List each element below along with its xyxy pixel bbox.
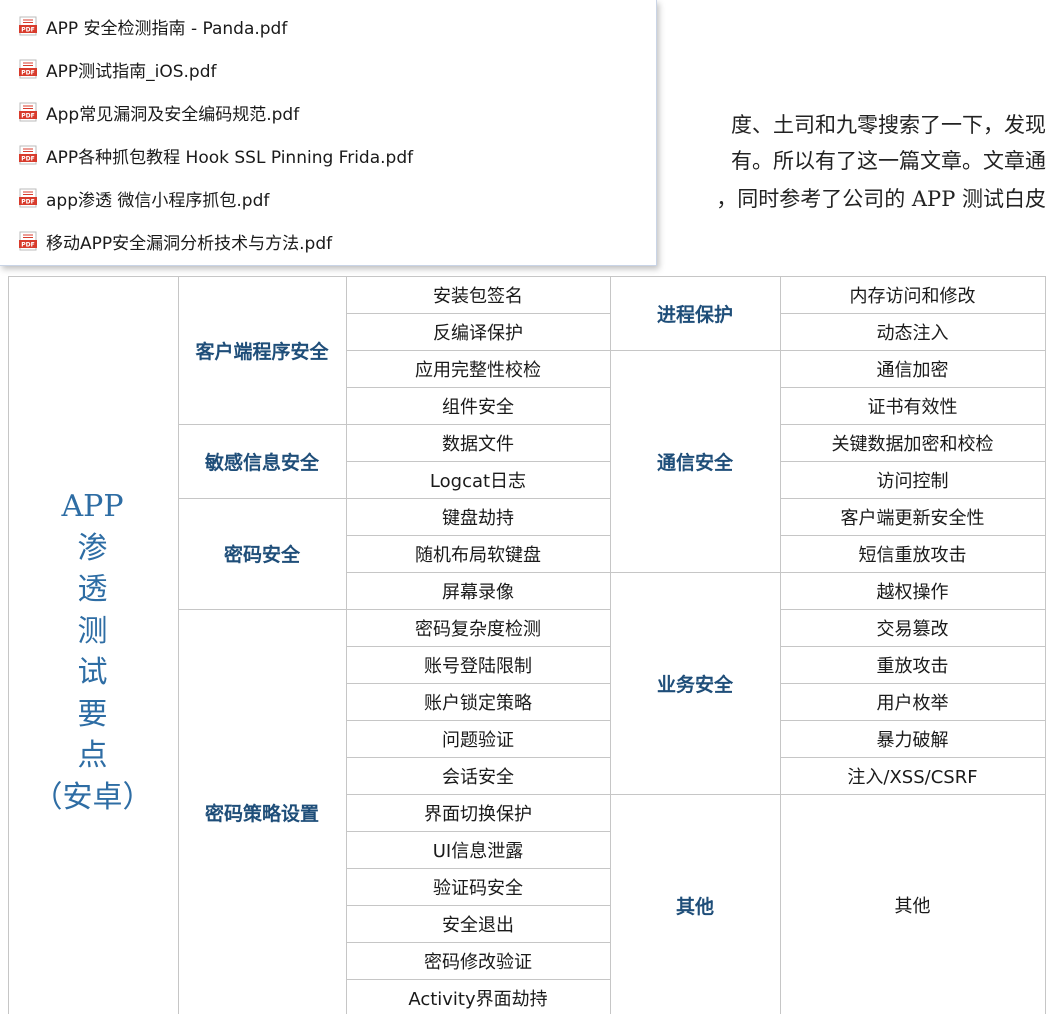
- check-item: Activity界面劫持: [408, 988, 548, 1010]
- title-char: APP: [61, 489, 124, 524]
- pdf-file-icon: PDF: [19, 16, 37, 36]
- check-item: 暴力破解: [876, 729, 949, 751]
- check-item: 关键数据加密和校检: [831, 433, 994, 455]
- check-item: 问题验证: [442, 729, 514, 751]
- check-item: 证书有效性: [867, 396, 958, 418]
- check-item: 客户端更新安全性: [840, 507, 985, 529]
- file-item[interactable]: PDF APP 安全检测指南 - Panda.pdf: [18, 11, 287, 41]
- svg-text:PDF: PDF: [21, 199, 34, 206]
- category-label: 其他: [675, 895, 714, 918]
- file-item[interactable]: PDF APP各种抓包教程 Hook SSL Pinning Frida.pdf: [18, 140, 413, 170]
- check-item: 通信加密: [876, 359, 949, 381]
- file-item[interactable]: PDF APP测试指南_iOS.pdf: [18, 54, 217, 84]
- file-name: APP测试指南_iOS.pdf: [46, 61, 217, 82]
- check-item: 会话安全: [442, 766, 514, 788]
- category-label: 密码安全: [223, 544, 300, 566]
- svg-text:PDF: PDF: [21, 156, 34, 163]
- pdf-file-icon: PDF: [19, 102, 37, 122]
- file-item[interactable]: PDF 移动APP安全漏洞分析技术与方法.pdf: [18, 226, 332, 256]
- category-label: 业务安全: [656, 673, 733, 696]
- title-char: 测: [77, 613, 108, 649]
- file-item[interactable]: PDF App常见漏洞及安全编码规范.pdf: [18, 97, 299, 127]
- title-char: 渗: [77, 530, 108, 566]
- check-item: 反编译保护: [433, 322, 523, 344]
- file-name: 移动APP安全漏洞分析技术与方法.pdf: [46, 233, 333, 254]
- check-item: 随机布局软键盘: [415, 544, 541, 566]
- svg-text:PDF: PDF: [21, 70, 34, 77]
- category-label: 密码策略设置: [204, 803, 319, 825]
- check-item: 动态注入: [876, 322, 949, 344]
- check-item: Logcat日志: [429, 470, 527, 492]
- pdf-file-icon: PDF: [19, 188, 37, 208]
- title-char: 点: [77, 738, 108, 773]
- category-label: 客户端程序安全: [195, 340, 329, 363]
- check-item: 用户枚举: [876, 692, 949, 714]
- svg-text:PDF: PDF: [21, 242, 34, 249]
- check-item: 账户锁定策略: [424, 692, 532, 714]
- app-pentest-table: APP 渗 透 测 试 要 点 （安卓） 客户端程序安全 敏感信息安全 密码安全密码…: [0, 276, 1052, 1014]
- category-label: 敏感信息安全: [204, 451, 319, 474]
- category-label: 通信安全: [656, 451, 733, 474]
- pdf-file-icon: PDF: [19, 231, 37, 251]
- check-item: 密码复杂度检测: [415, 618, 541, 640]
- check-item: 注入/XSS/CSRF: [847, 766, 978, 788]
- file-item[interactable]: PDF app渗透 微信小程序抓包.pdf: [18, 183, 269, 213]
- category-label: 进程保护: [656, 303, 733, 326]
- check-item: 越权操作: [876, 581, 949, 603]
- file-name: APP各种抓包教程 Hook SSL Pinning Frida.pdf: [46, 147, 414, 168]
- check-item: 内存访问和修改: [849, 285, 976, 307]
- file-name: APP 安全检测指南 - Panda.pdf: [46, 18, 288, 39]
- check-item: 组件安全: [442, 396, 514, 418]
- svg-text:PDF: PDF: [21, 27, 34, 34]
- title-char: （安卓）: [32, 779, 153, 815]
- check-item: 其他: [894, 896, 931, 917]
- check-item: 屏幕录像: [442, 581, 514, 603]
- file-name: app渗透 微信小程序抓包.pdf: [46, 190, 270, 211]
- svg-text:PDF: PDF: [21, 113, 34, 120]
- pdf-file-icon: PDF: [19, 59, 37, 79]
- grid-line: [1045, 276, 1046, 1014]
- file-name: App常见漏洞及安全编码规范.pdf: [46, 104, 300, 125]
- check-item: 账号登陆限制: [424, 655, 532, 677]
- check-item: 交易篡改: [876, 618, 949, 640]
- grid-line: [8, 276, 9, 1014]
- check-item: 重放攻击: [876, 655, 949, 677]
- check-item: 应用完整性校检: [415, 359, 541, 381]
- check-item: 数据文件: [442, 433, 514, 455]
- title-char: 要: [77, 696, 108, 732]
- check-item: 安装包签名: [433, 285, 523, 307]
- title-char: 透: [77, 572, 108, 607]
- check-item: 安全退出: [442, 914, 514, 936]
- file-dropdown: PDF APP 安全检测指南 - Panda.pdf PDF APP测试指南_i…: [0, 0, 657, 266]
- check-item: 验证码安全: [433, 877, 523, 899]
- check-item: 界面切换保护: [424, 803, 532, 825]
- check-item: UI信息泄露: [432, 840, 524, 862]
- check-item: 短信重放攻击: [858, 544, 967, 566]
- pdf-file-icon: PDF: [19, 145, 37, 165]
- title-char: 试: [77, 655, 108, 690]
- check-item: 访问控制: [876, 470, 949, 492]
- table-main-title: APP 渗 透 测 试 要 点 （安卓）: [30, 486, 155, 818]
- check-item: 密码修改验证: [424, 951, 532, 973]
- check-item: 键盘劫持: [442, 507, 514, 529]
